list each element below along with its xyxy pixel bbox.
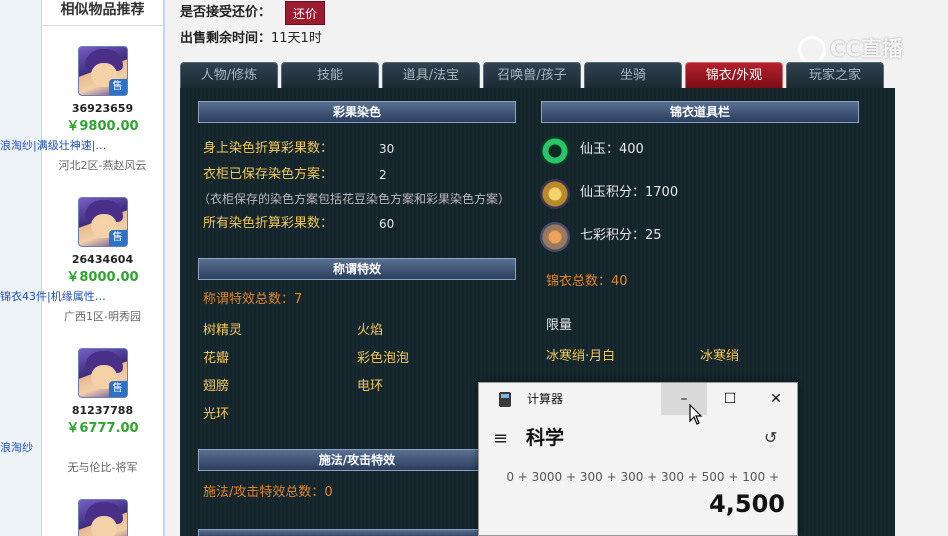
calculator-expression: 0 + 3000 + 300 + 300 + 300 + 500 + 100 + [506, 470, 779, 484]
character-avatar[interactable] [77, 499, 128, 536]
outfit-total: 锦衣总数：40 [546, 274, 628, 289]
maximize-button[interactable]: ☐ [707, 383, 753, 415]
item-desc-link[interactable]: 浪淘纱|满级壮神速|… [0, 137, 163, 155]
calculator-result: 4,500 [709, 490, 785, 518]
calculator-app-icon [499, 392, 511, 407]
item-desc-link[interactable]: 浪淘纱 [0, 439, 163, 457]
item-id: 36923659 [71, 102, 134, 115]
dye-total-label: 所有染色折算彩果数： [203, 216, 334, 231]
cast-effects-header: 施法/攻击特效 [198, 449, 516, 471]
sidebar-right-rail [163, 0, 165, 536]
limited-item: 冰寒绡 [700, 349, 740, 364]
dye-body-value: 30 [379, 142, 395, 156]
tab-items[interactable]: 道具/法宝 [382, 62, 480, 88]
dye-body-label: 身上染色折算彩果数： [203, 141, 334, 156]
title-effect-item: 光环 [203, 407, 230, 422]
tab-pets[interactable]: 召唤兽/孩子 [483, 62, 581, 88]
wardrobe-section-header: 锦衣道具栏 [541, 101, 859, 123]
limited-item: 冰寒绡·月白 [546, 349, 616, 364]
recommended-item[interactable] [42, 499, 163, 536]
item-server: 河北2区-燕赵风云 [58, 159, 147, 172]
tab-player-home[interactable]: 玩家之家 [786, 62, 884, 88]
title-effects-total: 称谓特效总数：7 [203, 292, 303, 307]
item-desc-link[interactable]: 锦衣43件|机缘属性… [0, 288, 163, 306]
remaining-time-value: 11天1时 [271, 31, 322, 46]
jade-icon [540, 136, 570, 166]
title-effect-item: 电环 [357, 379, 384, 394]
character-avatar[interactable]: 售 [77, 46, 128, 96]
title-effect-item: 翅膀 [203, 379, 230, 394]
title-effect-item: 彩色泡泡 [357, 351, 410, 366]
title-effect-item: 花瓣 [203, 351, 230, 366]
character-avatar[interactable]: 售 [77, 197, 128, 247]
jade-points-balance: 仙玉积分：1700 [580, 185, 679, 200]
character-avatar[interactable]: 售 [77, 348, 128, 398]
title-effect-item: 火焰 [357, 323, 384, 338]
tab-outfits[interactable]: 锦衣/外观 [685, 62, 783, 88]
calculator-title: 计算器 [527, 392, 564, 406]
dye-total-value: 60 [379, 217, 395, 231]
next-section-header [198, 529, 516, 536]
item-price: ￥8000.00 [66, 270, 139, 285]
jade-points-icon [540, 179, 570, 209]
dye-saved-value: 2 [379, 168, 387, 182]
jade-balance: 仙玉：400 [580, 142, 644, 157]
cast-effects-total: 施法/攻击特效总数：0 [203, 485, 333, 500]
recommended-item[interactable]: 售 81237788 ￥6777.00 浪淘纱 无与伦比-将军 [0, 348, 163, 479]
tab-mounts[interactable]: 坐骑 [584, 62, 682, 88]
watermark-logo-icon [798, 36, 826, 64]
remaining-time: 出售剩余时间：11天1时 [180, 29, 322, 49]
close-button[interactable]: ✕ [753, 383, 799, 415]
calculator-mode-title: 科学 [526, 427, 565, 449]
remaining-time-label: 出售剩余时间： [180, 31, 272, 46]
dye-saved-label: 衣柜已保存染色方案： [203, 167, 334, 182]
calculator-titlebar[interactable]: 计算器 – ☐ ✕ [479, 383, 797, 415]
recommended-item[interactable]: 售 36923659 ￥9800.00 浪淘纱|满级壮神速|… 河北2区-燕赵风… [0, 46, 163, 177]
item-server: 广西1区-明秀园 [64, 310, 141, 323]
calculator-window[interactable]: 计算器 – ☐ ✕ ≡ 科学 ↺ 0 + 3000 + 300 + 300 + … [478, 382, 798, 536]
sell-badge: 售 [108, 230, 127, 246]
stream-watermark: CC直播 [798, 34, 928, 64]
avatar-face [90, 516, 117, 536]
history-icon[interactable]: ↺ [764, 429, 777, 447]
item-id: 26434604 [71, 253, 134, 266]
tab-skills[interactable]: 技能 [281, 62, 379, 88]
sell-badge: 售 [108, 381, 127, 397]
dye-note: （衣柜保存的染色方案包括花豆染色方案和彩果染色方案） [198, 192, 511, 206]
sell-badge: 售 [108, 79, 127, 95]
dye-section-header: 彩果染色 [198, 101, 516, 123]
rainbow-points-balance: 七彩积分：25 [580, 228, 662, 243]
watermark-text: CC直播 [830, 37, 903, 61]
recommended-item[interactable]: 售 26434604 ￥8000.00 锦衣43件|机缘属性… 广西1区-明秀园 [0, 197, 163, 328]
rainbow-points-icon [540, 222, 570, 252]
tab-character[interactable]: 人物/修炼 [180, 62, 278, 88]
accept-counteroffer-label: 是否接受还价： [180, 5, 272, 20]
hamburger-menu-icon[interactable]: ≡ [493, 429, 508, 449]
item-price: ￥6777.00 [66, 421, 139, 436]
item-price: ￥9800.00 [66, 119, 139, 134]
item-id: 81237788 [71, 404, 134, 417]
limited-label: 限量 [546, 318, 573, 333]
item-server: 无与伦比-将军 [67, 461, 138, 474]
title-effects-header: 称谓特效 [198, 258, 516, 280]
sidebar-title: 相似物品推荐 [42, 0, 163, 26]
counteroffer-button[interactable]: 还价 [285, 1, 326, 25]
title-effect-item: 树精灵 [203, 323, 243, 338]
similar-items-sidebar: 相似物品推荐 售 36923659 ￥9800.00 浪淘纱|满级壮神速|… 河… [0, 0, 165, 536]
